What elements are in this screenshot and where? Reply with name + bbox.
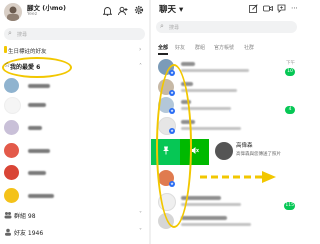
chevron-up-icon[interactable]: ˄	[139, 63, 142, 70]
blurred-chat-preview	[181, 203, 241, 206]
swiped-chat-preview: 高偉森與您傳送了照片	[236, 152, 281, 157]
favorites-section-title[interactable]: 我的最愛 6	[10, 62, 40, 71]
blurred-name	[28, 126, 42, 130]
chevron-right-icon[interactable]: ›	[139, 46, 141, 53]
favorite-friend-row[interactable]	[4, 97, 149, 114]
bell-icon[interactable]	[102, 6, 113, 18]
tab-friends[interactable]: 好友	[175, 44, 185, 51]
profile-name: 腳文 (小mo)	[27, 4, 66, 12]
home-panel: 腳文 (小mo) Yeez ⌕ 搜尋 生日標註的好友 › ☆ 我的最愛 6 ˄	[0, 0, 149, 244]
unread-count-badge: 115	[284, 202, 295, 210]
avatar	[4, 78, 19, 93]
groups-section-label[interactable]: 群組 98	[14, 211, 36, 220]
avatar	[4, 97, 21, 114]
blurred-chat-name	[181, 216, 227, 220]
chat-time: 下午	[286, 61, 295, 66]
tab-community[interactable]: 社群	[244, 44, 254, 51]
chats-title[interactable]: 聊天 ▾	[159, 3, 183, 15]
chevron-down-icon[interactable]: ˅	[139, 211, 142, 218]
gear-icon[interactable]	[134, 5, 144, 17]
blurred-name	[28, 84, 50, 88]
avatar	[215, 142, 233, 160]
avatar	[4, 165, 19, 180]
birthday-marker	[4, 46, 7, 53]
favorite-friend-row[interactable]	[4, 165, 149, 181]
swiped-chat-name: 高偉森	[236, 143, 253, 149]
search-placeholder: 搜尋	[169, 24, 180, 31]
avatar	[4, 143, 19, 158]
birthday-section-label: 生日標註的好友	[8, 49, 47, 55]
chat-search-input[interactable]: ⌕ 搜尋	[156, 21, 297, 33]
search-icon: ⌕	[160, 22, 164, 30]
profile-avatar[interactable]	[4, 3, 22, 21]
blurred-chat-preview	[181, 89, 237, 92]
tab-all[interactable]: 全部	[158, 44, 168, 51]
video-call-icon[interactable]	[263, 4, 273, 15]
tab-groups[interactable]: 群組	[195, 44, 205, 51]
search-icon: ⌕	[8, 29, 12, 37]
friend-search-input[interactable]: ⌕ 搜尋	[4, 28, 145, 40]
blurred-name	[28, 171, 46, 175]
active-tab-indicator	[158, 53, 168, 55]
avatar	[4, 188, 19, 203]
tab-official-accounts[interactable]: 官方帳號	[214, 44, 234, 51]
favorite-friend-row[interactable]	[4, 143, 149, 159]
blurred-chat-preview	[181, 69, 249, 72]
friend-icon	[4, 228, 12, 238]
compose-icon[interactable]	[249, 4, 258, 15]
favorite-friend-row[interactable]	[4, 188, 149, 204]
group-icon	[4, 211, 12, 221]
more-icon[interactable]: ⋯	[291, 4, 298, 12]
chevron-down-icon[interactable]: ˅	[139, 228, 142, 235]
add-chat-icon[interactable]	[277, 4, 287, 15]
friends-section-label[interactable]: 好友 1946	[14, 228, 43, 237]
favorite-friend-row[interactable]	[4, 120, 149, 136]
pinned-chats-highlight-oval	[156, 64, 192, 228]
blurred-name	[28, 103, 46, 107]
unread-count-badge: 10	[285, 68, 295, 76]
avatar	[4, 120, 19, 135]
search-placeholder: 搜尋	[17, 31, 28, 38]
profile-status: Yeez	[27, 12, 38, 17]
blurred-name	[28, 149, 50, 153]
blurred-chat-name	[181, 62, 195, 66]
unread-count-badge: 4	[285, 106, 295, 114]
add-friend-icon[interactable]	[118, 6, 128, 18]
favorite-friend-row[interactable]	[4, 78, 149, 94]
blurred-name	[28, 194, 54, 198]
blurred-chat-preview	[181, 223, 251, 226]
